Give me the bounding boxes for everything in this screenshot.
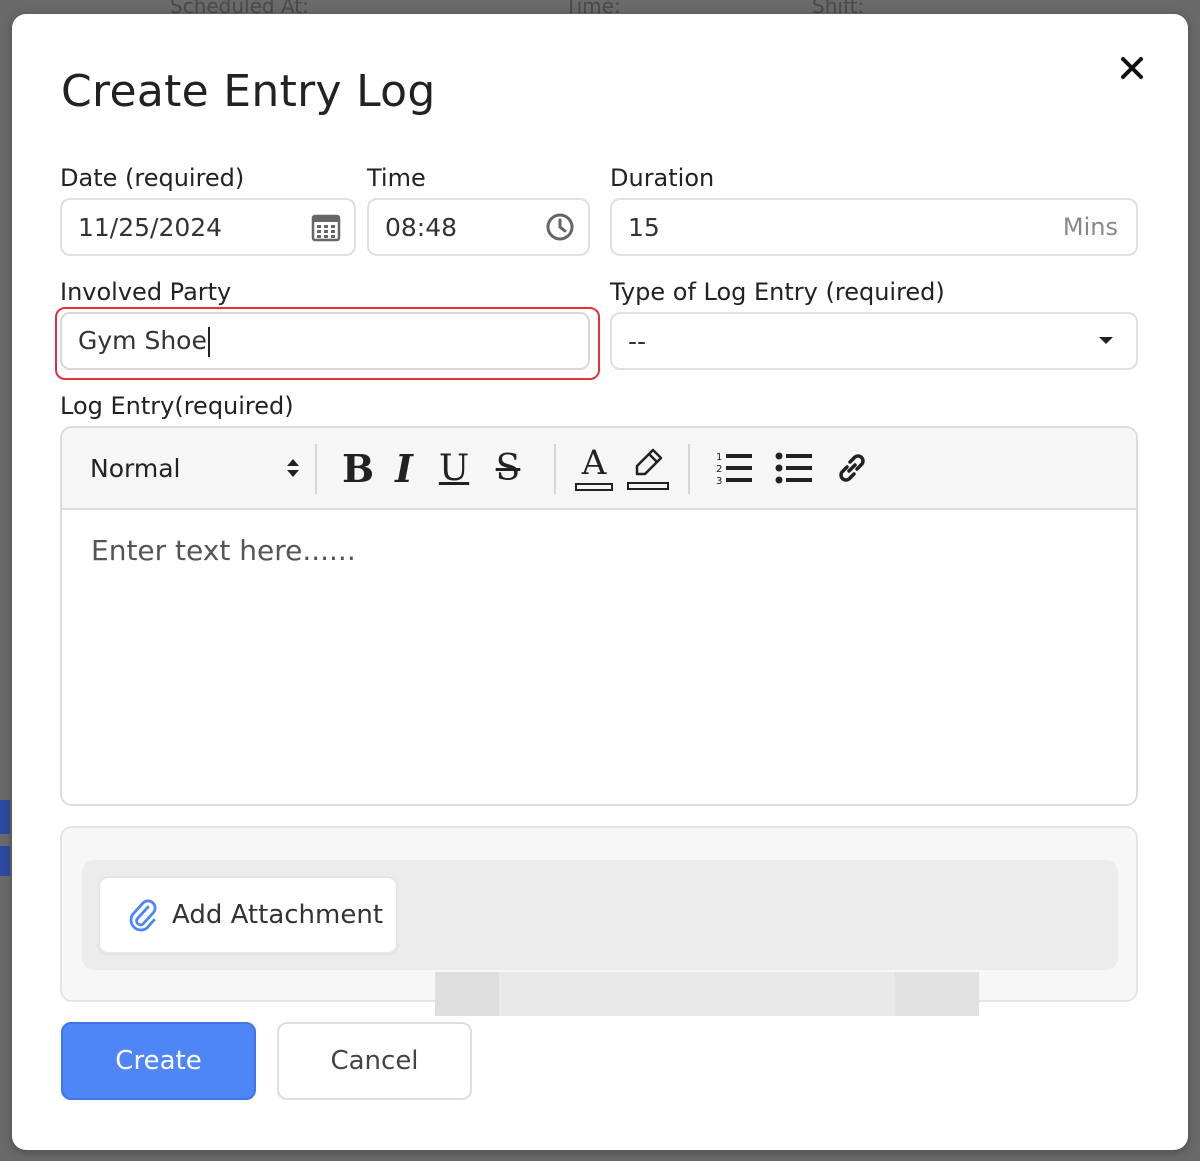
date-input[interactable]: 11/25/2024 — [60, 198, 356, 256]
strikethrough-icon[interactable]: S — [488, 446, 528, 490]
font-color-swatch — [575, 483, 613, 491]
involved-party-input[interactable]: Gym Shoe — [60, 312, 590, 370]
time-input[interactable]: 08:48 — [367, 198, 590, 256]
paperclip-icon — [129, 899, 157, 932]
log-type-value: -- — [628, 326, 647, 356]
ordered-list-icon[interactable]: 1 2 3 — [712, 446, 756, 490]
format-select[interactable]: Normal — [90, 448, 300, 488]
editor-toolbar: Normal B I U S A 1 2 3 — [62, 428, 1136, 510]
highlight-swatch — [627, 482, 669, 490]
time-value: 08:48 — [385, 212, 458, 242]
caret-down-icon — [1090, 325, 1122, 357]
date-value: 11/25/2024 — [78, 212, 223, 242]
attachment-dropzone: Add Attachment — [82, 860, 1118, 970]
bullet-list-icon[interactable] — [772, 446, 816, 490]
underline-icon[interactable]: U — [434, 446, 474, 490]
add-attachment-label: Add Attachment — [172, 900, 384, 930]
duration-label: Duration — [610, 164, 715, 192]
cancel-button[interactable]: Cancel — [277, 1022, 472, 1100]
toolbar-divider — [554, 444, 556, 494]
log-type-select[interactable]: -- — [610, 312, 1138, 370]
svg-text:1: 1 — [716, 452, 722, 463]
horizontal-scrollbar[interactable] — [435, 972, 979, 1016]
log-type-label: Type of Log Entry (required) — [610, 278, 945, 306]
text-cursor — [207, 326, 210, 357]
involved-party-value: Gym Shoe — [78, 326, 588, 357]
duration-unit: Mins — [1062, 213, 1118, 241]
involved-party-label: Involved Party — [60, 278, 232, 306]
background-accent — [0, 846, 10, 876]
bold-icon[interactable]: B — [338, 446, 378, 491]
calendar-icon[interactable] — [310, 211, 342, 243]
toolbar-divider — [315, 444, 317, 494]
highlight-icon[interactable] — [624, 442, 672, 494]
log-entry-label: Log Entry(required) — [60, 392, 294, 420]
add-attachment-button[interactable]: Add Attachment — [98, 876, 398, 954]
create-entry-log-dialog: Create Entry Log Date (required) 11/25/2… — [12, 14, 1188, 1150]
scrollbar-right-segment[interactable] — [895, 972, 979, 1016]
svg-text:2: 2 — [716, 464, 722, 475]
duration-input[interactable]: 15 Mins — [610, 198, 1138, 256]
font-color-letter: A — [581, 443, 607, 483]
editor-content[interactable]: Enter text here...... — [62, 512, 1136, 804]
updown-icon — [287, 459, 299, 477]
scrollbar-left-segment[interactable] — [435, 972, 499, 1016]
editor-placeholder: Enter text here...... — [91, 534, 356, 567]
rich-text-editor: Normal B I U S A 1 2 3 Enter text here..… — [60, 426, 1138, 806]
italic-icon[interactable]: I — [386, 446, 422, 491]
close-button[interactable] — [1116, 52, 1148, 84]
date-label: Date (required) — [60, 164, 245, 192]
background-accent — [0, 800, 10, 834]
time-label: Time — [367, 164, 426, 192]
link-icon[interactable] — [830, 446, 874, 490]
toolbar-divider — [688, 444, 690, 494]
svg-text:3: 3 — [716, 476, 722, 487]
marker-icon — [635, 448, 663, 476]
duration-value: 15 — [628, 212, 660, 242]
dialog-title: Create Entry Log — [61, 66, 436, 117]
clock-icon[interactable] — [544, 211, 576, 243]
format-value: Normal — [90, 453, 181, 483]
create-button[interactable]: Create — [61, 1022, 256, 1100]
close-icon — [1121, 57, 1143, 79]
font-color-icon[interactable]: A — [572, 442, 616, 494]
